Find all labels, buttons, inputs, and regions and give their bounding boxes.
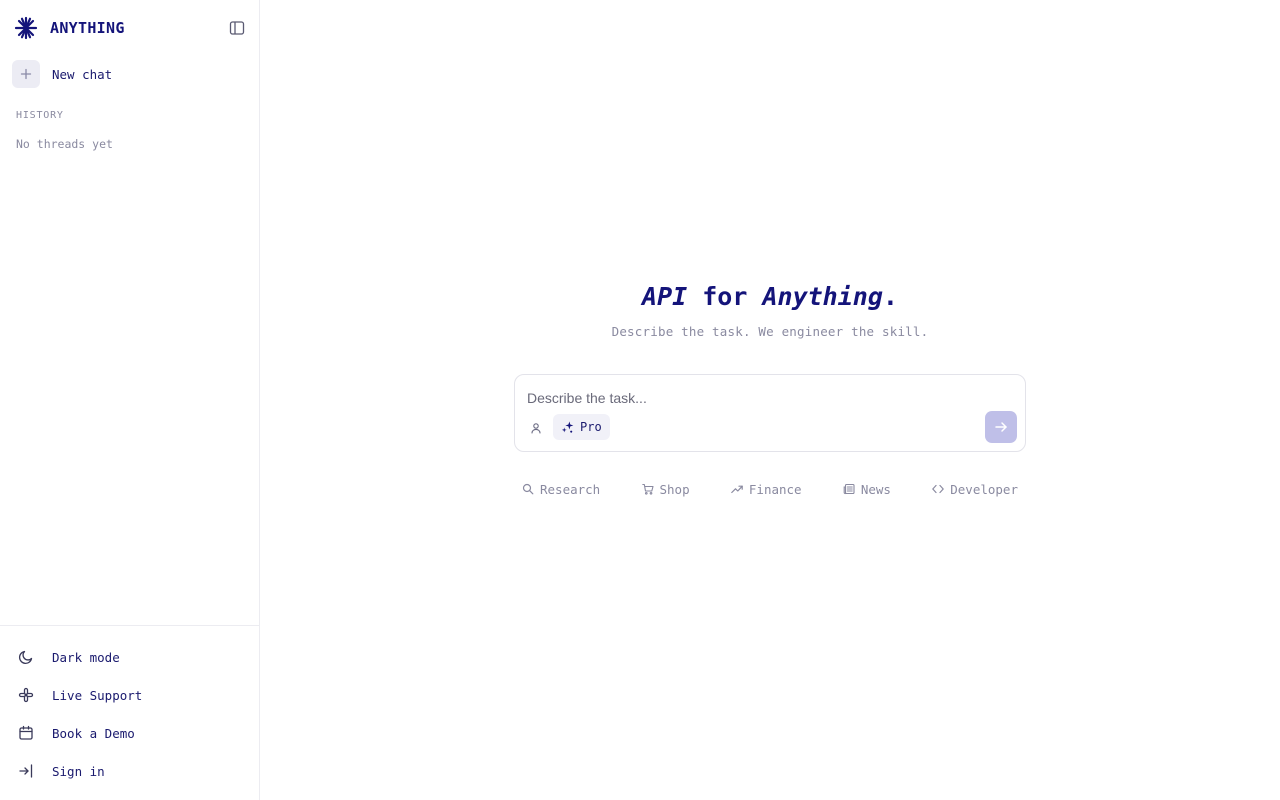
live-support-label: Live Support xyxy=(52,687,143,703)
category-research-label: Research xyxy=(540,481,601,497)
category-news-label: News xyxy=(860,481,891,497)
pro-mode-toggle[interactable]: Pro xyxy=(553,414,610,440)
calendar-icon xyxy=(19,725,33,740)
sign-in-label: Sign in xyxy=(52,763,105,779)
task-composer: Pro xyxy=(514,374,1026,452)
cart-icon xyxy=(641,483,654,495)
live-support-button[interactable]: Live Support xyxy=(0,676,259,714)
category-shortcuts: Research Shop Finance News Developer xyxy=(514,480,1026,498)
book-demo-button[interactable]: Book a Demo xyxy=(0,714,259,752)
main-content: API for Anything. Describe the task. We … xyxy=(260,0,1280,800)
hero-title-anything: Anything xyxy=(762,282,883,311)
hero-subtitle: Describe the task. We engineer the skill… xyxy=(611,324,929,339)
hero-title: API for Anything. xyxy=(260,282,1280,311)
hero-title-period: . xyxy=(882,282,898,311)
new-chat-button[interactable]: New chat xyxy=(12,60,112,88)
send-button[interactable] xyxy=(985,411,1017,443)
sign-in-icon xyxy=(19,764,33,778)
search-icon xyxy=(522,483,534,495)
category-news[interactable]: News xyxy=(835,480,899,498)
moon-icon xyxy=(18,650,33,665)
brand[interactable]: ANYTHING xyxy=(14,16,125,40)
sidebar-panel-icon xyxy=(229,21,245,35)
category-research[interactable]: Research xyxy=(514,480,608,498)
dark-mode-button[interactable]: Dark mode xyxy=(0,638,259,676)
sidebar-toggle-button[interactable] xyxy=(227,18,247,38)
book-demo-label: Book a Demo xyxy=(52,725,135,741)
persona-button[interactable] xyxy=(527,419,545,437)
slack-icon xyxy=(18,687,34,703)
category-developer[interactable]: Developer xyxy=(924,480,1026,498)
user-icon xyxy=(531,423,541,434)
new-chat-label: New chat xyxy=(52,66,113,82)
task-input[interactable] xyxy=(527,387,967,409)
plus-icon xyxy=(12,60,40,88)
sidebar: ANYTHING New chat HISTORY No threads yet… xyxy=(0,0,260,800)
dark-mode-label: Dark mode xyxy=(52,649,120,665)
code-icon xyxy=(932,484,945,494)
history-heading: HISTORY xyxy=(16,110,64,121)
anything-logo-icon xyxy=(14,16,38,40)
hero-title-for: for xyxy=(687,282,763,311)
sidebar-footer: Dark mode Live Support Book a Demo Sign … xyxy=(0,625,259,790)
category-developer-label: Developer xyxy=(950,481,1018,497)
arrow-right-icon xyxy=(995,422,1007,432)
trending-up-icon xyxy=(731,485,743,494)
pro-label: Pro xyxy=(580,420,602,434)
newspaper-icon xyxy=(843,483,855,495)
sparkle-icon xyxy=(561,420,574,433)
hero-title-api: API xyxy=(642,282,688,311)
category-shop[interactable]: Shop xyxy=(634,480,698,498)
category-finance-label: Finance xyxy=(748,481,802,497)
sign-in-button[interactable]: Sign in xyxy=(0,752,259,790)
history-empty-text: No threads yet xyxy=(16,137,113,151)
brand-name: ANYTHING xyxy=(50,19,125,37)
category-shop-label: Shop xyxy=(659,481,690,497)
category-finance[interactable]: Finance xyxy=(723,480,810,498)
